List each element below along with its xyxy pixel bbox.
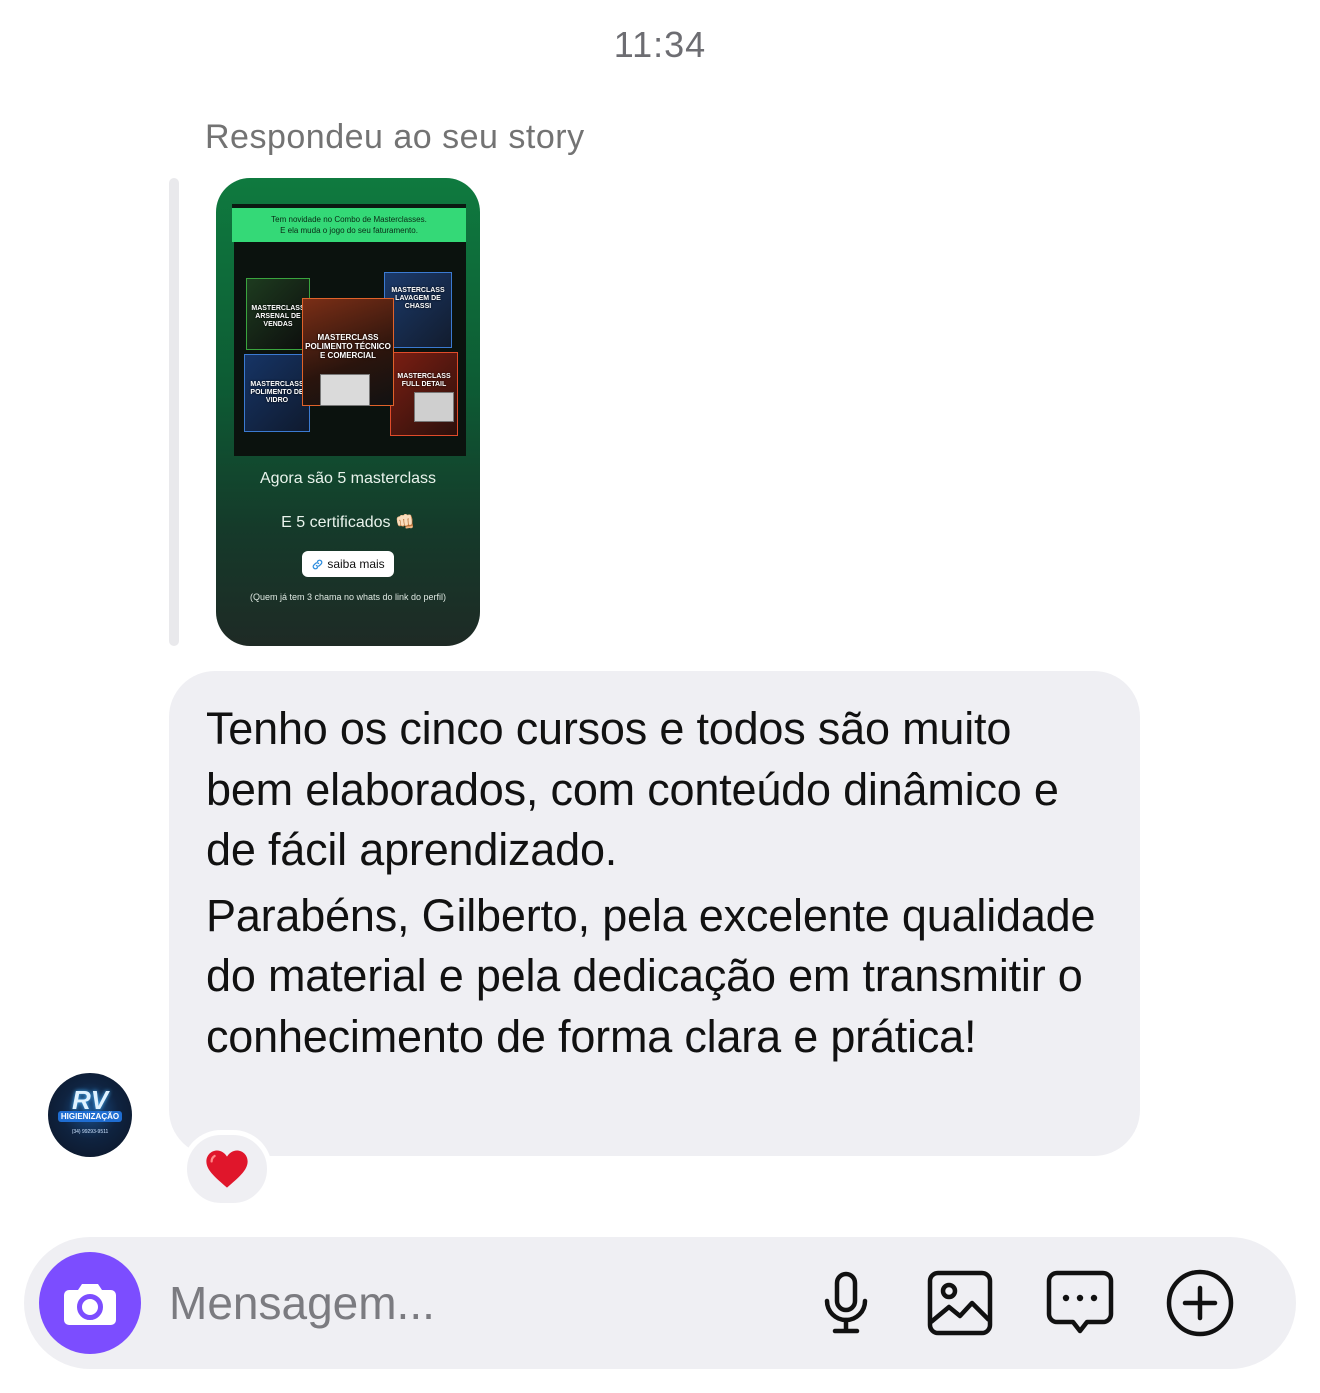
quote-bar [169,178,179,646]
sender-avatar[interactable]: RV HIGIENIZAÇÃO (34) 99293-9511 [48,1073,132,1157]
laptop-mockup [320,374,370,406]
timestamp: 11:34 [613,24,707,65]
link-icon [312,559,323,569]
message-paragraph: Parabéns, Gilberto, pela excelente quali… [206,889,1096,1062]
message-reaction[interactable] [182,1130,272,1208]
story-link-sticker[interactable]: saiba mais [302,551,394,577]
story-link-label: saiba mais [327,557,385,571]
avatar-logo-subtext: HIGIENIZAÇÃO [58,1111,122,1122]
masterclass-card-title: MASTERCLASS FULL DETAIL [397,373,451,388]
masterclass-card-title: MASTERCLASS POLIMENTO TÉCNICO E COMERCIA… [305,333,391,360]
gallery-icon [927,1270,993,1336]
masterclass-card-title: MASTERCLASS LAVAGEM DE CHASSI [391,287,445,310]
microphone-icon [824,1271,868,1334]
laptop-mockup [414,392,454,422]
microphone-button[interactable] [810,1267,882,1339]
red-heart-icon [206,1150,248,1188]
camera-button[interactable] [39,1252,141,1354]
story-note: (Quem já tem 3 chama no whats do link do… [249,592,447,602]
story-text-line2: E 5 certificados 👊🏻 [281,514,415,531]
message-composer [24,1237,1296,1369]
avatar-logo-phone: (34) 99293-9511 [71,1129,109,1135]
plus-circle-icon [1166,1269,1234,1337]
message-input[interactable] [169,1273,769,1333]
story-collage-image: MASTERCLASS ARSENAL DE VENDAS MASTERCLAS… [234,242,466,456]
story-banner-line1: Tem novidade no Combo de Masterclasses. [271,215,427,224]
message-paragraph: Tenho os cinco cursos e todos são muito … [206,703,1059,875]
story-banner: Tem novidade no Combo de Masterclasses. … [232,204,466,242]
add-button[interactable] [1164,1267,1236,1339]
story-text-line1: Agora são 5 masterclass [259,470,437,487]
story-banner-line2: E ela muda o jogo do seu faturamento. [280,226,418,235]
masterclass-card-title: MASTERCLASS POLIMENTO DE VIDRO [250,381,304,404]
message-bubble[interactable]: Tenho os cinco cursos e todos são muito … [169,671,1140,1156]
masterclass-card-title: MASTERCLASS ARSENAL DE VENDAS [251,305,305,328]
masterclass-card: MASTERCLASS POLIMENTO DE VIDRO [244,354,310,432]
masterclass-card: MASTERCLASS LAVAGEM DE CHASSI [384,272,452,348]
gallery-button[interactable] [924,1267,996,1339]
story-reply-label: Respondeu ao seu story [205,118,585,156]
masterclass-card: MASTERCLASS ARSENAL DE VENDAS [246,278,310,350]
sticker-button[interactable] [1044,1267,1116,1339]
story-preview[interactable]: Tem novidade no Combo de Masterclasses. … [216,178,480,646]
sticker-icon [1046,1270,1114,1334]
camera-icon [64,1284,116,1325]
